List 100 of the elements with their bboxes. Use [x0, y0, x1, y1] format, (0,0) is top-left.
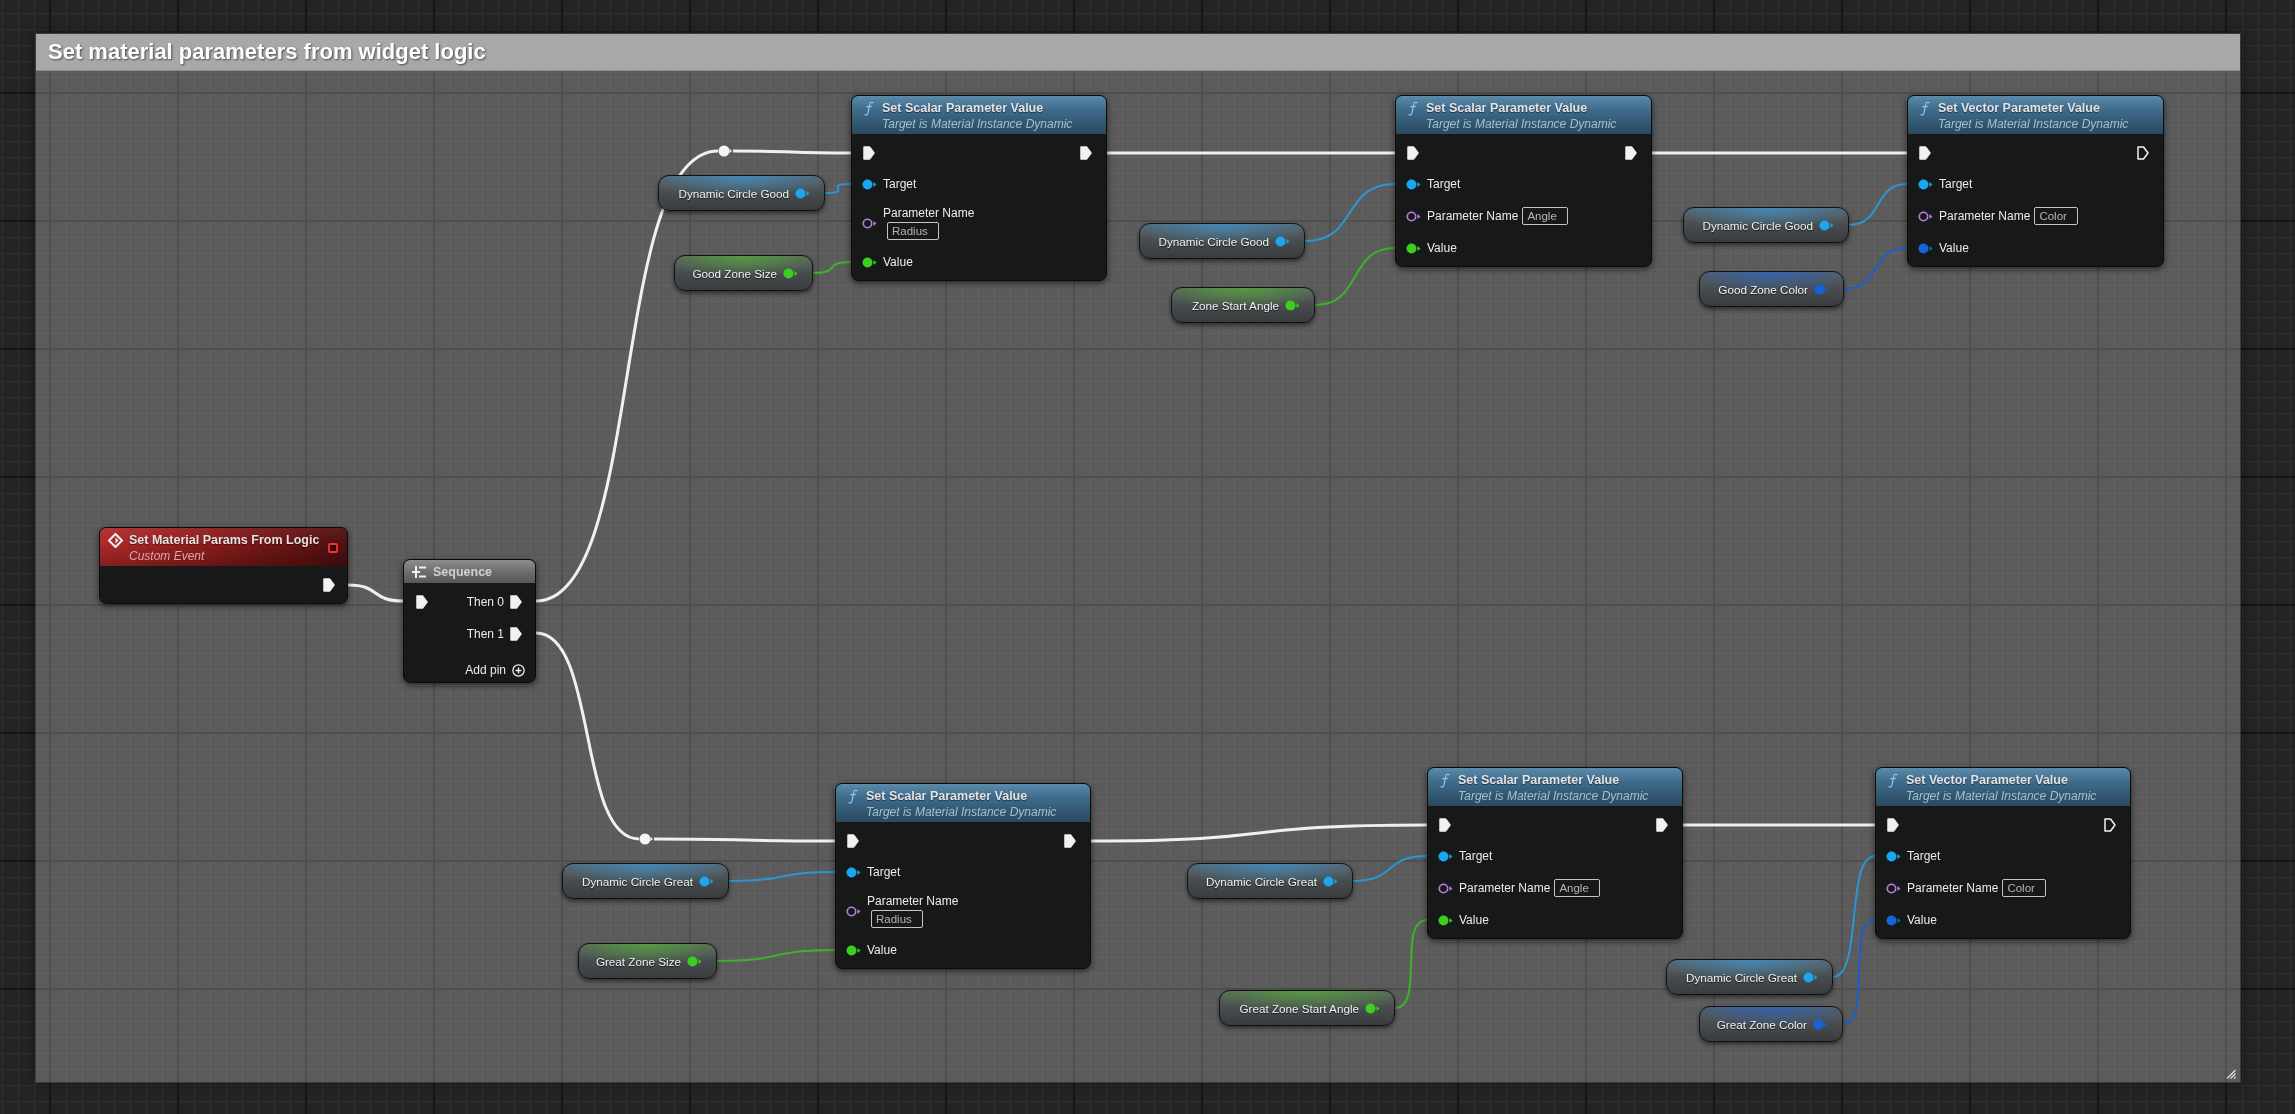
node-subtitle: Target is Material Instance Dynamic	[866, 804, 1057, 820]
reroute-knot-icon[interactable]	[639, 833, 654, 845]
square-pin-icon[interactable]	[328, 543, 338, 553]
node-title: Set Scalar Parameter Value	[866, 788, 1029, 804]
data-pin-icon[interactable]	[1886, 850, 1901, 862]
parameter-name-field[interactable]: Angle	[1554, 879, 1600, 897]
data-pin-icon[interactable]	[783, 267, 798, 279]
parameter-name-field[interactable]: Angle	[1522, 207, 1568, 225]
variable-node[interactable]: Dynamic Circle Good	[1683, 207, 1849, 243]
exec-pin-icon[interactable]	[1656, 818, 1668, 832]
variable-node[interactable]: Great Zone Size	[578, 943, 717, 979]
data-pin-icon[interactable]	[1918, 210, 1933, 222]
pin-label: Parameter Name	[1427, 209, 1519, 223]
data-pin-icon[interactable]	[1438, 882, 1453, 894]
sequence-node[interactable]: Sequence Then 0 Then 1 Add pin	[403, 559, 536, 683]
pin-label: Parameter Name	[1459, 881, 1551, 895]
pin-label: Parameter Name	[867, 894, 959, 908]
comment-title: Set material parameters from widget logic	[36, 34, 2240, 71]
variable-node[interactable]: Great Zone Color	[1699, 1006, 1843, 1042]
variable-name: Great Zone Size	[595, 954, 681, 968]
exec-pin-icon[interactable]	[1625, 146, 1637, 160]
node-title: Set Vector Parameter Value	[1906, 772, 2069, 788]
data-pin-icon[interactable]	[687, 955, 702, 967]
pin-label: Then 0	[466, 595, 504, 609]
exec-pin-icon[interactable]	[1080, 146, 1092, 160]
node-title: Set Scalar Parameter Value	[1458, 772, 1621, 788]
event-node[interactable]: Set Material Params From Logic Custom Event	[99, 527, 348, 604]
variable-name: Great Zone Start Angle	[1239, 1001, 1359, 1015]
function-icon	[848, 789, 858, 804]
function-node[interactable]: Set Scalar Parameter Value Target is Material Instance Dynamic Target Parameter Name Radius Value	[835, 783, 1091, 969]
exec-pin-icon[interactable]	[2104, 818, 2116, 832]
data-pin-icon[interactable]	[846, 944, 861, 956]
parameter-name-field[interactable]: Radius	[887, 222, 939, 240]
data-pin-icon[interactable]	[1406, 178, 1421, 190]
variable-node[interactable]: Dynamic Circle Great	[1666, 959, 1833, 995]
node-subtitle: Target is Material Instance Dynamic	[1906, 788, 2097, 804]
data-pin-icon[interactable]	[1406, 210, 1421, 222]
data-pin-icon[interactable]	[862, 178, 877, 190]
variable-name: Dynamic Circle Good	[1702, 218, 1813, 232]
pin-label: Parameter Name	[883, 206, 975, 220]
node-title: Set Scalar Parameter Value	[1426, 100, 1589, 116]
pin-label: Parameter Name	[1907, 881, 1999, 895]
add-pin-button[interactable]: Add pin	[465, 663, 525, 677]
variable-node[interactable]: Dynamic Circle Great	[1187, 863, 1353, 899]
data-wire	[812, 261, 852, 274]
node-subtitle: Custom Event	[129, 548, 206, 564]
data-pin-icon[interactable]	[1886, 882, 1901, 894]
exec-pin-icon[interactable]	[2137, 146, 2149, 160]
node-title: Sequence	[433, 564, 493, 579]
function-icon	[1920, 101, 1930, 116]
data-pin-icon[interactable]	[862, 217, 877, 229]
data-pin-icon[interactable]	[1365, 1002, 1380, 1014]
function-node[interactable]: Set Scalar Parameter Value Target is Material Instance Dynamic Target Parameter Name Radius Value	[851, 95, 1107, 281]
node-subtitle: Target is Material Instance Dynamic	[1426, 116, 1617, 132]
variable-node[interactable]: Great Zone Start Angle	[1219, 990, 1395, 1026]
data-pin-icon[interactable]	[862, 256, 877, 268]
pin-label: Value	[867, 943, 897, 957]
exec-pin-icon[interactable]	[416, 595, 428, 609]
function-node[interactable]: Set Vector Parameter Value Target is Material Instance Dynamic Target Parameter Name Color Value	[1875, 767, 2131, 939]
pin-label: Target	[867, 865, 901, 879]
exec-pin-icon[interactable]	[1064, 834, 1076, 848]
variable-name: Zone Start Angle	[1191, 298, 1279, 312]
pin-label: Value	[1907, 913, 1937, 927]
data-pin-icon[interactable]	[846, 866, 861, 878]
exec-pin-icon[interactable]	[847, 834, 859, 848]
function-node[interactable]: Set Vector Parameter Value Target is Material Instance Dynamic Target Parameter Name Color Value	[1907, 95, 2164, 267]
data-pin-icon[interactable]	[1438, 914, 1453, 926]
variable-node[interactable]: Dynamic Circle Good	[658, 175, 825, 211]
node-subtitle: Target is Material Instance Dynamic	[882, 116, 1073, 132]
variable-node[interactable]: Dynamic Circle Good	[1139, 223, 1305, 259]
function-node[interactable]: Set Scalar Parameter Value Target is Material Instance Dynamic Target Parameter Name Angle Value	[1395, 95, 1652, 267]
function-node[interactable]: Set Scalar Parameter Value Target is Material Instance Dynamic Target Parameter Name Angle Value	[1427, 767, 1683, 939]
data-pin-icon[interactable]	[1285, 299, 1300, 311]
data-pin-icon[interactable]	[846, 905, 861, 917]
function-icon	[1408, 101, 1418, 116]
exec-pin-icon[interactable]	[323, 577, 335, 592]
reroute-knot-icon[interactable]	[718, 145, 733, 157]
exec-pin-icon[interactable]	[510, 627, 522, 641]
data-pin-icon[interactable]	[1918, 178, 1933, 190]
variable-node[interactable]: Good Zone Size	[674, 255, 813, 291]
node-subtitle: Target is Material Instance Dynamic	[1458, 788, 1649, 804]
variable-node[interactable]: Dynamic Circle Great	[562, 863, 729, 899]
exec-pin-icon[interactable]	[1407, 146, 1419, 160]
parameter-name-field[interactable]: Color	[2002, 879, 2046, 897]
data-pin-icon[interactable]	[1406, 242, 1421, 254]
parameter-name-field[interactable]: Color	[2034, 207, 2078, 225]
variable-node[interactable]: Zone Start Angle	[1171, 287, 1315, 323]
exec-pin-icon[interactable]	[1439, 818, 1451, 832]
exec-pin-icon[interactable]	[863, 146, 875, 160]
data-pin-icon[interactable]	[1438, 850, 1453, 862]
variable-node[interactable]: Good Zone Color	[1699, 271, 1844, 307]
pin-label: Target	[1907, 849, 1941, 863]
exec-pin-icon[interactable]	[1887, 818, 1899, 832]
exec-pin-icon[interactable]	[1919, 146, 1931, 160]
variable-name: Dynamic Circle Great	[581, 874, 693, 888]
pin-label: Value	[1427, 241, 1457, 255]
parameter-name-field[interactable]: Radius	[871, 910, 923, 928]
pin-label: Target	[1459, 849, 1493, 863]
resize-grip-icon[interactable]	[2226, 1069, 2236, 1079]
exec-pin-icon[interactable]	[510, 595, 522, 609]
